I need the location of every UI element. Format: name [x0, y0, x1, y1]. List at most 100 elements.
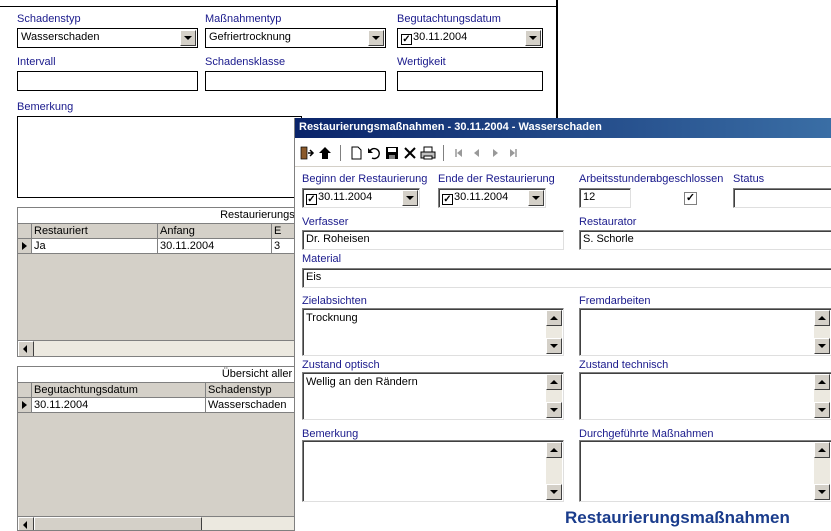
exit-icon[interactable] — [299, 145, 315, 161]
table-row-cell[interactable]: 30.11.2004 — [32, 398, 206, 413]
dialog-footer-title: Restaurierungsmaßnahmen — [565, 508, 790, 527]
schadenstyp-select[interactable]: Wasserschaden — [17, 28, 198, 48]
material-input[interactable]: Eis — [302, 268, 831, 288]
begutachtungsdatum-checkbox-icon[interactable]: ✓ — [401, 34, 412, 45]
massnahmentyp-label: Maßnahmentyp — [205, 13, 282, 25]
scroll-left-icon[interactable] — [18, 517, 34, 530]
scroll-down-icon[interactable] — [814, 338, 830, 354]
ende-dropdown-icon[interactable] — [528, 190, 544, 206]
delete-icon[interactable] — [402, 145, 418, 161]
last-record-icon[interactable] — [505, 145, 521, 161]
grid2-row-selector-icon[interactable] — [18, 398, 32, 413]
grid1-row-selector-icon[interactable] — [18, 239, 32, 254]
beginn-date-picker[interactable]: ✓ 30.11.2004 — [302, 188, 420, 208]
zustand-optisch-textarea[interactable]: Wellig an den Rändern — [302, 372, 564, 420]
grid1-header-selector — [18, 224, 32, 239]
scroll-down-icon[interactable] — [546, 484, 562, 500]
schadenstyp-label: Schadenstyp — [17, 13, 81, 25]
ende-label: Ende der Restaurierung — [438, 173, 555, 185]
ende-checkbox-icon[interactable]: ✓ — [442, 194, 453, 205]
table-row-cell[interactable]: Wasserschaden — [206, 398, 306, 413]
undo-icon[interactable] — [366, 145, 382, 161]
scroll-down-icon[interactable] — [814, 484, 830, 500]
scroll-up-icon[interactable] — [546, 310, 562, 326]
scroll-down-icon[interactable] — [546, 402, 562, 418]
print-icon[interactable] — [420, 145, 436, 161]
begutachtungsdatum-picker[interactable]: ✓ 30.11.2004 — [397, 28, 543, 48]
abgeschlossen-checkbox[interactable]: ✓ — [684, 192, 697, 205]
save-icon[interactable] — [384, 145, 400, 161]
scroll-down-icon[interactable] — [814, 402, 830, 418]
verfasser-input[interactable]: Dr. Roheisen — [302, 230, 564, 250]
table-row-cell[interactable]: Ja — [32, 239, 158, 254]
first-record-icon[interactable] — [451, 145, 467, 161]
beginn-checkbox-icon[interactable]: ✓ — [306, 194, 317, 205]
status-input[interactable] — [733, 188, 831, 208]
schadenstyp-dropdown-icon[interactable] — [180, 30, 196, 46]
bemerkung-textarea[interactable] — [17, 116, 302, 198]
durchgefuehrte-textarea[interactable] — [579, 440, 831, 502]
grid2-col-begutachtungsdatum[interactable]: Begutachtungsdatum — [32, 383, 206, 398]
dialog-bemerkung-textarea[interactable] — [302, 440, 564, 502]
durchgefuehrte-label: Durchgeführte Maßnahmen — [579, 428, 714, 440]
fremdarbeiten-scrollbar[interactable] — [814, 310, 830, 354]
zielabsichten-value: Trocknung — [306, 312, 358, 324]
fremdarbeiten-textarea[interactable] — [579, 308, 831, 356]
massnahmentyp-dropdown-icon[interactable] — [368, 30, 384, 46]
bemerkung-label: Bemerkung — [17, 101, 74, 113]
grid2-horizontal-scrollbar[interactable] — [18, 516, 306, 530]
restaurator-label: Restaurator — [579, 216, 637, 228]
previous-record-icon[interactable] — [469, 145, 485, 161]
dialog-title-bar: Restaurierungsmaßnahmen - 30.11.2004 - W… — [295, 118, 831, 138]
massnahmentyp-select[interactable]: Gefriertrocknung — [205, 28, 386, 48]
next-record-icon[interactable] — [487, 145, 503, 161]
zustand-optisch-scrollbar[interactable] — [546, 374, 562, 418]
scroll-thumb[interactable] — [34, 517, 202, 530]
durchgefuehrte-scrollbar[interactable] — [814, 442, 830, 500]
arbeitsstunden-input[interactable]: 12 — [579, 188, 631, 208]
new-record-icon[interactable] — [348, 145, 364, 161]
wertigkeit-input[interactable] — [397, 71, 543, 91]
grid1-col-anfang[interactable]: Anfang — [158, 224, 272, 239]
schadenstyp-value: Wasserschaden — [21, 31, 100, 43]
scroll-up-icon[interactable] — [546, 442, 562, 458]
schaeden-grid-caption: Übersicht aller Schäden der — [18, 367, 306, 395]
beginn-dropdown-icon[interactable] — [402, 190, 418, 206]
wertigkeit-label: Wertigkeit — [397, 56, 446, 68]
zustand-technisch-scrollbar[interactable] — [814, 374, 830, 418]
grid2-header-selector — [18, 383, 32, 398]
table-row-cell[interactable]: 30.11.2004 — [158, 239, 272, 254]
grid1-horizontal-scrollbar[interactable] — [18, 340, 306, 356]
schadensklasse-input[interactable] — [205, 71, 386, 91]
intervall-label: Intervall — [17, 56, 56, 68]
begutachtungsdatum-dropdown-icon[interactable] — [525, 30, 541, 46]
scroll-left-icon[interactable] — [18, 341, 34, 356]
toolbar-divider — [295, 166, 831, 167]
schaeden-uebersicht-grid[interactable]: Übersicht aller Schäden der Begutachtung… — [17, 366, 307, 531]
ende-date-picker[interactable]: ✓ 30.11.2004 — [438, 188, 546, 208]
restaurator-value: S. Schorle — [583, 233, 634, 245]
massnahmentyp-value: Gefriertrocknung — [209, 31, 291, 43]
restaurierungen-grid-caption: Restaurierungsm — [18, 208, 306, 224]
scroll-up-icon[interactable] — [814, 310, 830, 326]
scroll-up-icon[interactable] — [814, 374, 830, 390]
zielabsichten-scrollbar[interactable] — [546, 310, 562, 354]
dialog-toolbar — [295, 140, 831, 166]
restaurierung-dialog: Restaurierungsmaßnahmen - 30.11.2004 - W… — [294, 118, 831, 531]
grid1-col-restauriert[interactable]: Restauriert — [32, 224, 158, 239]
ende-value: 30.11.2004 — [454, 191, 509, 203]
scroll-up-icon[interactable] — [814, 442, 830, 458]
scroll-up-icon[interactable] — [546, 374, 562, 390]
dialog-bemerkung-scrollbar[interactable] — [546, 442, 562, 500]
restaurierungen-grid[interactable]: Restaurierungsm Restauriert Anfang E Ja … — [17, 207, 307, 357]
zielabsichten-textarea[interactable]: Trocknung — [302, 308, 564, 356]
intervall-input[interactable] — [17, 71, 198, 91]
scroll-down-icon[interactable] — [546, 338, 562, 354]
zustand-technisch-textarea[interactable] — [579, 372, 831, 420]
toolbar-separator — [340, 145, 341, 161]
form-top-border — [0, 6, 556, 7]
fremdarbeiten-label: Fremdarbeiten — [579, 295, 651, 307]
home-icon[interactable] — [317, 145, 333, 161]
grid2-col-schadenstyp[interactable]: Schadenstyp — [206, 383, 306, 398]
restaurator-input[interactable]: S. Schorle — [579, 230, 831, 250]
